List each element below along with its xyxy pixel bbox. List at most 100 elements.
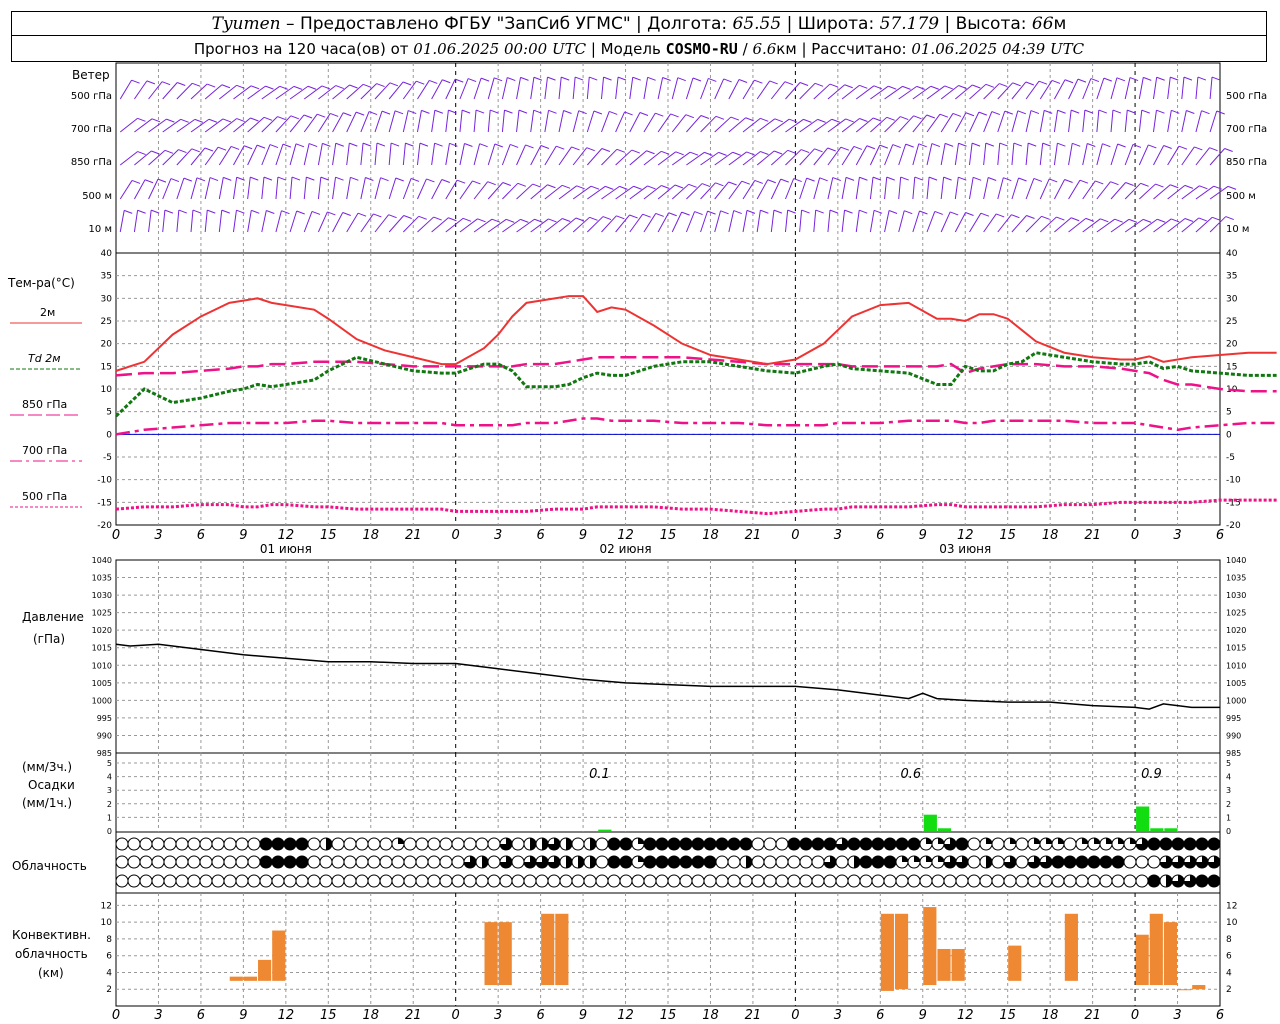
- cloud-fill: [1058, 838, 1064, 844]
- wind-barb: [119, 210, 125, 233]
- cloud-circle: [1207, 837, 1221, 851]
- wind-barb: [119, 151, 138, 166]
- cloud-circle: [751, 874, 765, 888]
- conv-ytick-right: 4: [1226, 968, 1232, 978]
- cloud-cover-symbol: [199, 874, 213, 888]
- temp-ytick: 30: [101, 294, 113, 304]
- cloud-circle: [751, 855, 765, 869]
- wind-barb-flag: [137, 209, 146, 214]
- wind-barb-flag: [1184, 184, 1194, 189]
- wind-barb-flag: [944, 85, 953, 90]
- wind-barb: [1138, 77, 1144, 100]
- wind-barb-flag: [1098, 109, 1107, 114]
- cloud-cover-symbol: [307, 874, 321, 888]
- cloud-circle: [955, 874, 969, 888]
- cloud-cover-symbol: [367, 874, 381, 888]
- wind-barb-flag: [1114, 218, 1123, 223]
- wind-barb: [1068, 110, 1072, 133]
- cloud-circle: [739, 874, 753, 888]
- cloud-circle: [595, 855, 609, 869]
- cloud-circle: [895, 874, 909, 888]
- wind-barb-flag: [250, 117, 259, 122]
- cloud-cover-symbol: [1039, 874, 1053, 888]
- conv-xtick: 12: [957, 1008, 974, 1023]
- wind-barb-flag: [978, 111, 988, 116]
- cloud-cover-symbol: [331, 855, 345, 869]
- cloud-circle: [727, 874, 741, 888]
- wind-barb: [572, 77, 576, 100]
- wind-barb-flag: [919, 210, 928, 215]
- wind-barb: [190, 147, 206, 166]
- wind-barb-flag: [1011, 214, 1020, 219]
- cloud-circle: [967, 855, 981, 869]
- cloud-circle: [283, 855, 297, 869]
- cloud-cover-symbol: [1147, 837, 1161, 851]
- temp-ytick: -10: [97, 476, 112, 486]
- cloud-cover-symbol: [859, 837, 873, 851]
- wind-barb-flag: [718, 151, 727, 156]
- cloud-cover-symbol: [703, 837, 717, 851]
- cloud-circle: [823, 874, 837, 888]
- temp-xtick: 12: [957, 528, 974, 543]
- wind-barb: [714, 181, 730, 200]
- wind-barb: [558, 110, 565, 133]
- temp-xtick: 0: [791, 528, 799, 543]
- wind-barb-flag: [349, 84, 358, 89]
- wind-barb-flag: [1072, 142, 1081, 147]
- cloud-cover-symbol: [643, 855, 657, 869]
- precip-bar: [1136, 806, 1150, 831]
- wind-barb: [813, 147, 829, 166]
- wind-barb: [119, 117, 138, 133]
- wind-barb: [516, 110, 520, 133]
- cloud-circle: [163, 874, 177, 888]
- wind-barb: [133, 80, 148, 100]
- cloud-cover-symbol: [679, 837, 693, 851]
- wind-barb-flag: [1128, 218, 1138, 223]
- cloud-circle: [787, 855, 801, 869]
- cloud-cover-symbol: [607, 855, 621, 869]
- wind-barb-flag: [525, 144, 534, 149]
- cloud-circle: [871, 855, 885, 869]
- wind-barb-flag: [972, 176, 982, 181]
- wind-barb-flag: [1127, 109, 1136, 114]
- conv-xtick: 0: [791, 1008, 799, 1023]
- temp-ytick-right: -10: [1226, 476, 1241, 486]
- temp-xtick: 0: [112, 528, 120, 543]
- wind-level-label: 700 гПа: [71, 124, 112, 135]
- cloud-circle: [1051, 874, 1065, 888]
- cloud-circle: [235, 874, 249, 888]
- wind-barb: [332, 112, 344, 133]
- pressure-ytick: 1000: [92, 696, 112, 705]
- cloud-cover-symbol: [967, 874, 981, 888]
- cloud-cover-symbol: [355, 855, 369, 869]
- conv-bar: [1178, 989, 1192, 991]
- wind-barb: [700, 78, 709, 100]
- wind-level-label: 850 гПа: [71, 157, 112, 168]
- wind-barb-flag: [1148, 144, 1157, 149]
- wind-barb-flag: [700, 115, 710, 119]
- cloud-cover-symbol: [763, 855, 777, 869]
- cloud-cover-symbol: [307, 855, 321, 869]
- wind-barb: [1025, 110, 1032, 133]
- temp-xtick: 0: [452, 528, 460, 543]
- cloud-circle: [211, 874, 225, 888]
- pressure-ytick-right: 995: [1226, 714, 1241, 723]
- wind-barb-flag: [395, 177, 404, 182]
- cloud-cover-symbol: [463, 837, 477, 851]
- cloud-cover-symbol: [739, 837, 753, 851]
- cloud-cover-symbol: [199, 855, 213, 869]
- cloud-cover-symbol: [571, 874, 585, 888]
- conv-xtick: 6: [197, 1008, 205, 1023]
- cloud-circle: [499, 874, 513, 888]
- conv-xtick: 0: [1131, 1008, 1139, 1023]
- cloud-cover-symbol: [535, 855, 549, 869]
- wind-level-label-right: 500 м: [1226, 191, 1256, 202]
- cloud-cover-symbol: [823, 837, 837, 851]
- wind-barb: [119, 180, 133, 200]
- temp-xtick: 21: [745, 528, 762, 543]
- wind-barb-flag: [647, 76, 656, 81]
- wind-barb-flag: [1112, 109, 1122, 114]
- cloud-circle: [187, 855, 201, 869]
- cloud-cover-symbol: [811, 874, 825, 888]
- cloud-cover-symbol: [1183, 837, 1197, 851]
